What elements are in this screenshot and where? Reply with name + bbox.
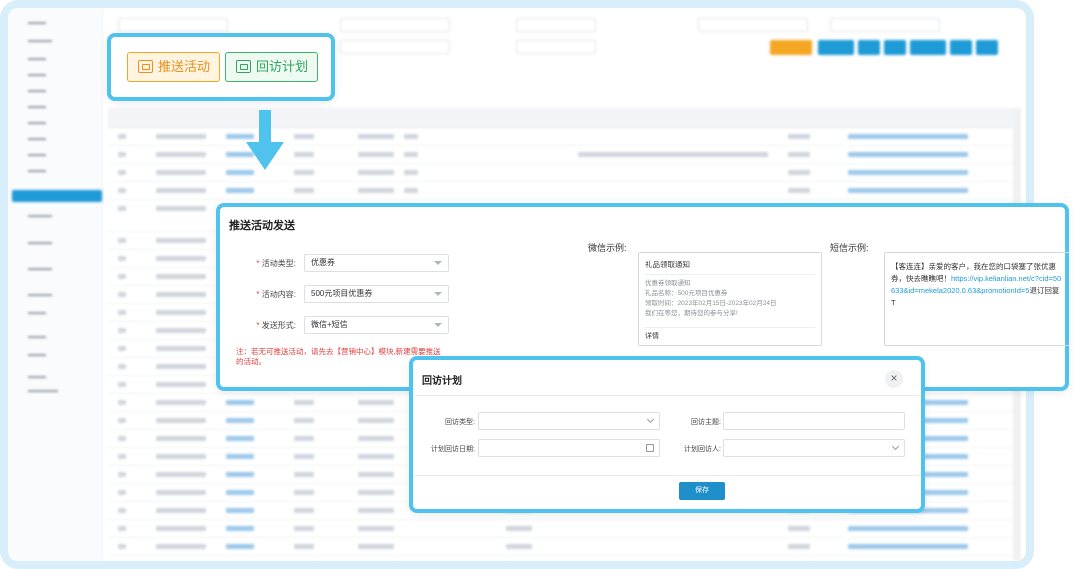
send-form-select[interactable]: 微信+短信 bbox=[304, 316, 449, 334]
wechat-example-label: 微信示例: bbox=[588, 243, 627, 253]
sidebar-item: ▬▬▬ bbox=[28, 104, 46, 110]
visit-date-label: 计划回访日期: bbox=[431, 446, 475, 453]
sidebar-item: ▬▬▬ bbox=[28, 120, 46, 126]
filter-button bbox=[950, 40, 972, 55]
activity-content-label: * 活动内容: bbox=[256, 290, 296, 299]
filter-input bbox=[516, 40, 596, 54]
arrow-head-icon bbox=[246, 142, 284, 170]
close-icon[interactable]: × bbox=[885, 370, 903, 388]
table-row bbox=[108, 146, 1013, 164]
sidebar-item: ▬▬▬ bbox=[28, 56, 46, 62]
sidebar-item: ▬▬▬ bbox=[28, 152, 46, 158]
filter-input bbox=[340, 18, 450, 32]
sidebar-item: ▬▬▬ bbox=[28, 352, 46, 358]
arrow-down-icon bbox=[259, 110, 271, 144]
filter-button bbox=[976, 40, 998, 55]
filter-input bbox=[698, 18, 808, 32]
caret-down-icon bbox=[434, 292, 442, 296]
table-row bbox=[108, 520, 1013, 538]
sidebar-item: ▬▬▬ bbox=[28, 72, 46, 78]
save-button[interactable]: 保存 bbox=[679, 482, 725, 500]
table-row bbox=[108, 128, 1013, 146]
sidebar-item: ▬▬▬▬▬ bbox=[28, 388, 58, 394]
dialog-title: 回访计划 bbox=[422, 376, 462, 387]
wechat-card-line: 我们在等您，期待您的参与分享! bbox=[645, 310, 738, 317]
filter-button bbox=[818, 40, 854, 55]
calendar-icon bbox=[236, 60, 251, 73]
sidebar-item: ▬▬▬▬ bbox=[28, 38, 52, 44]
sms-example-label: 短信示例: bbox=[830, 243, 869, 253]
sidebar-item: ▬▬▬ bbox=[28, 374, 46, 380]
sidebar-item: ▬▬▬▬ bbox=[28, 292, 52, 298]
filter-input bbox=[118, 18, 228, 32]
wechat-card-detail: 详情 bbox=[645, 327, 815, 341]
sidebar-item: ▬▬▬ bbox=[28, 334, 46, 340]
visit-topic-label: 回访主题: bbox=[691, 419, 721, 426]
push-activity-button[interactable]: 推送活动 bbox=[127, 52, 220, 82]
wechat-card-title: 礼品领取通知 bbox=[645, 259, 815, 275]
sidebar: ▬▬▬ ▬▬▬▬ ▬▬▬ ▬▬▬ ▬▬▬ ▬▬▬ ▬▬▬ ▬▬▬ ▬▬▬ ▬▬▬… bbox=[8, 8, 103, 561]
visit-plan-button[interactable]: 回访计划 bbox=[225, 52, 318, 82]
caret-down-icon bbox=[434, 261, 442, 265]
visit-person-select[interactable] bbox=[723, 439, 905, 457]
sidebar-item: ▬▬▬ bbox=[28, 168, 46, 174]
filter-button bbox=[770, 40, 812, 55]
sidebar-item: ▬▬▬ bbox=[28, 88, 46, 94]
sidebar-item: ▬▬▬ bbox=[28, 20, 46, 26]
visit-type-label: 回访类型: bbox=[445, 419, 475, 426]
sidebar-item: ▬▬▬▬ bbox=[28, 213, 52, 219]
activity-type-label: * 活动类型: bbox=[256, 259, 296, 268]
dialog-header: 回访计划 × bbox=[413, 360, 921, 396]
filter-input bbox=[340, 40, 450, 54]
push-activity-label: 推送活动 bbox=[158, 59, 211, 74]
wechat-card-line: 礼品名称：500元项目优惠券 bbox=[645, 290, 728, 297]
table-row bbox=[108, 538, 1013, 556]
push-panel-title: 推送活动发送 bbox=[229, 220, 295, 232]
visit-plan-label: 回访计划 bbox=[256, 59, 309, 74]
filter-button bbox=[884, 40, 906, 55]
wechat-example-card: 礼品领取通知 优惠券领取通知 礼品名称：500元项目优惠券 领取时间：2023年… bbox=[638, 252, 822, 346]
filter-input bbox=[516, 18, 596, 32]
sms-example-card: 【客连连】亲爱的客户，我在您的口袋塞了张优惠券，快去瞧瞧吧！https://vi… bbox=[884, 252, 1069, 346]
action-buttons-highlight: 推送活动 回访计划 bbox=[107, 33, 335, 101]
activity-type-select[interactable]: 优惠券 bbox=[304, 254, 449, 272]
wechat-card-line: 优惠券领取通知 bbox=[645, 280, 691, 287]
wechat-card-line: 领取时间：2023年02月15日-2023年02月24日 bbox=[645, 300, 777, 307]
dialog-divider bbox=[413, 475, 921, 476]
gift-icon bbox=[138, 60, 153, 73]
sidebar-item: ▬▬▬▬ bbox=[28, 266, 52, 272]
filter-button bbox=[910, 40, 946, 55]
chevron-down-icon bbox=[891, 442, 900, 451]
caret-down-icon bbox=[434, 323, 442, 327]
visit-topic-input[interactable] bbox=[723, 412, 905, 430]
activity-content-select[interactable]: 500元项目优惠券 bbox=[304, 285, 449, 303]
filter-button bbox=[858, 40, 880, 55]
send-form-label: * 发送形式: bbox=[256, 321, 296, 330]
table-row bbox=[108, 182, 1013, 200]
visit-plan-dialog: 回访计划 × 回访类型: 回访主题: 计划回访日期: 计划回访人: 保存 bbox=[409, 356, 925, 513]
sidebar-item-active bbox=[12, 190, 102, 202]
table-row bbox=[108, 164, 1013, 182]
visit-type-select[interactable] bbox=[478, 412, 660, 430]
sidebar-item: ▬▬▬ bbox=[28, 310, 46, 316]
sidebar-item: ▬▬▬▬ bbox=[28, 240, 52, 246]
chevron-down-icon bbox=[646, 415, 655, 424]
visit-person-label: 计划回访人: bbox=[684, 446, 721, 453]
sidebar-item: ▬▬▬ bbox=[28, 136, 46, 142]
visit-date-picker[interactable] bbox=[478, 439, 660, 457]
calendar-icon bbox=[646, 444, 654, 452]
filter-input bbox=[830, 18, 940, 32]
table-header bbox=[108, 108, 1013, 128]
